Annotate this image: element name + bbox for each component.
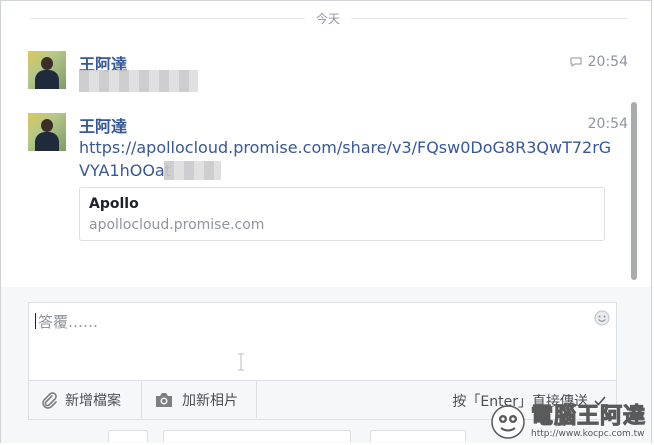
link-preview-card[interactable]: Apollo apollocloud.promise.com	[79, 187, 605, 241]
redacted-link-part	[164, 161, 221, 180]
watermark-logo-icon	[491, 405, 525, 439]
watermark-title: 電腦王阿達	[530, 403, 646, 429]
watermark-url: http://www.kocpc.com.tw	[530, 428, 645, 439]
site-watermark: 電腦王阿達 http://www.kocpc.com.tw	[491, 405, 646, 439]
message-time: 20:54	[588, 116, 628, 132]
message-2: 王阿達 20:54 https://apollocloud.promise.co…	[28, 113, 628, 248]
add-photo-button[interactable]: 加新相片	[142, 381, 257, 418]
reply-composer: 答覆…… 新增檔案 加新相片 按「Enter」直接傳送	[28, 302, 617, 420]
time-text: 20:54	[587, 116, 628, 132]
message-time: 20:54	[570, 54, 628, 70]
text-caret	[35, 313, 36, 329]
footer-button-2[interactable]	[163, 430, 351, 442]
link-preview-title: Apollo	[89, 196, 139, 212]
paperclip-icon	[42, 391, 57, 409]
scrollbar[interactable]	[631, 102, 637, 280]
link-line-2[interactable]: VYA1hOOat	[79, 159, 579, 182]
emoji-icon[interactable]	[594, 310, 610, 326]
reply-input[interactable]: 答覆……	[35, 311, 575, 351]
add-file-label: 新增檔案	[65, 392, 121, 409]
add-file-button[interactable]: 新增檔案	[29, 381, 142, 418]
camera-icon	[156, 392, 172, 407]
time-text: 20:54	[587, 54, 628, 70]
day-divider-label: 今天	[305, 10, 351, 27]
footer-button-3[interactable]	[370, 430, 466, 442]
add-photo-label: 加新相片	[182, 392, 238, 409]
sender-name[interactable]: 王阿達	[79, 113, 127, 137]
reply-placeholder: 答覆……	[38, 313, 99, 331]
link-preview-url: apollocloud.promise.com	[89, 217, 265, 233]
redacted-text	[79, 70, 198, 92]
text-cursor-icon	[238, 353, 244, 371]
footer-button-1[interactable]	[108, 430, 148, 442]
shared-link[interactable]: https://apollocloud.promise.com/share/v3…	[79, 136, 611, 182]
avatar[interactable]	[28, 51, 66, 89]
reply-icon[interactable]	[570, 57, 582, 67]
link-line-1[interactable]: https://apollocloud.promise.com/share/v3…	[79, 136, 611, 159]
avatar[interactable]	[28, 113, 66, 151]
message-1: 王阿達 20:54	[28, 51, 628, 92]
